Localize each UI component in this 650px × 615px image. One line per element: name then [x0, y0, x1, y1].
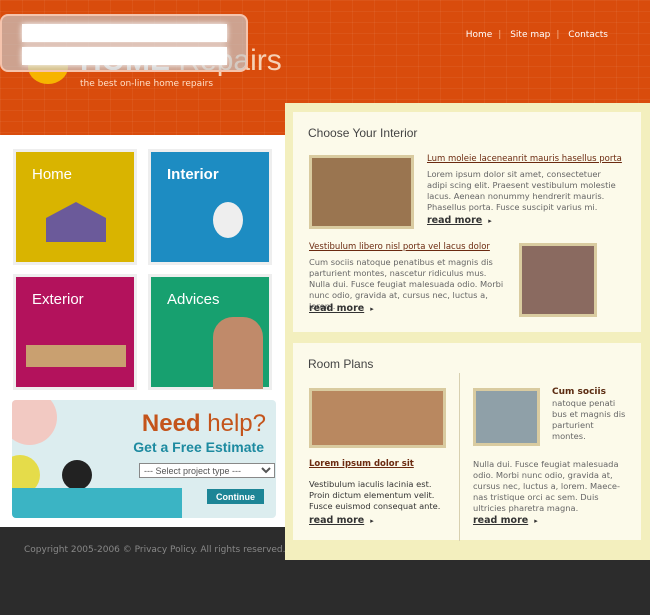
help-banner: Need help? Get a Free Estimate --- Selec… — [12, 400, 276, 518]
paint-can-image — [213, 202, 243, 238]
read-more-link[interactable]: read more ▸ — [473, 515, 538, 526]
article-link[interactable]: Lorem ipsum dolor sit — [309, 459, 414, 469]
read-more-link[interactable]: read more ▸ — [309, 303, 374, 314]
toolbox-image — [26, 345, 126, 367]
article-text: Lorem ipsum dolor sit amet, consectetuer… — [427, 169, 616, 212]
tile-advices[interactable]: Advices — [148, 274, 272, 390]
interior-image — [309, 155, 414, 229]
article-text: Nulla dui. Fusce feugiat malesuada odio.… — [473, 459, 621, 513]
tile-interior[interactable]: Interior — [148, 149, 272, 265]
tile-label: Home — [32, 166, 73, 183]
plans-panel: Room Plans Lorem ipsum dolor sit Vestibu… — [293, 343, 641, 541]
nav-site-map[interactable]: Site map — [510, 30, 550, 40]
pencil-image — [473, 388, 540, 446]
person-image — [62, 460, 92, 490]
read-more-link[interactable]: read more ▸ — [427, 215, 492, 226]
estimate-heading: Get a Free Estimate — [133, 439, 264, 455]
project-type-select[interactable]: --- Select project type --- — [139, 463, 275, 478]
nav-home[interactable]: Home — [466, 30, 493, 40]
section-title: Room Plans — [308, 357, 374, 371]
divider — [459, 373, 460, 541]
room-image — [309, 388, 446, 448]
nav-contacts[interactable]: Contacts — [568, 30, 608, 40]
help-heading: Need help? — [141, 410, 266, 437]
tile-label: Exterior — [32, 291, 84, 308]
decor-circle — [12, 400, 57, 445]
side-text: natoque penati bus et magnis dis parturi… — [552, 398, 626, 441]
house-image — [46, 202, 106, 242]
tile-exterior[interactable]: Exterior — [13, 274, 137, 390]
top-nav: Home | Site map | Contacts — [465, 30, 608, 40]
tile-home[interactable]: Home — [13, 149, 137, 265]
right-column: Choose Your Interior Lum moleie lacenean… — [285, 103, 650, 560]
section-title: Choose Your Interior — [308, 126, 418, 140]
side-heading: Cum sociis — [552, 387, 606, 397]
article-link[interactable]: Lum moleie laceneanrit mauris hasellus p… — [427, 154, 622, 164]
article-link[interactable]: Vestibulum libero nisl porta vel lacus d… — [309, 242, 490, 252]
read-more-link[interactable]: read more ▸ — [309, 515, 374, 526]
interior-panel: Choose Your Interior Lum moleie lacenean… — [293, 112, 641, 332]
tile-label: Interior — [167, 166, 219, 183]
tile-label: Advices — [167, 291, 220, 308]
article-text: Vestibulum iaculis lacinia est. Proin di… — [309, 479, 441, 511]
living-room-image — [519, 243, 597, 317]
copyright: Copyright 2005-2006 © Privacy Policy. Al… — [24, 545, 286, 555]
redaction-box — [0, 14, 248, 72]
tagline: the best on-line home repairs — [80, 79, 214, 89]
continue-button[interactable]: Continue — [207, 489, 264, 504]
book-image — [12, 488, 182, 518]
person-image — [213, 317, 263, 389]
